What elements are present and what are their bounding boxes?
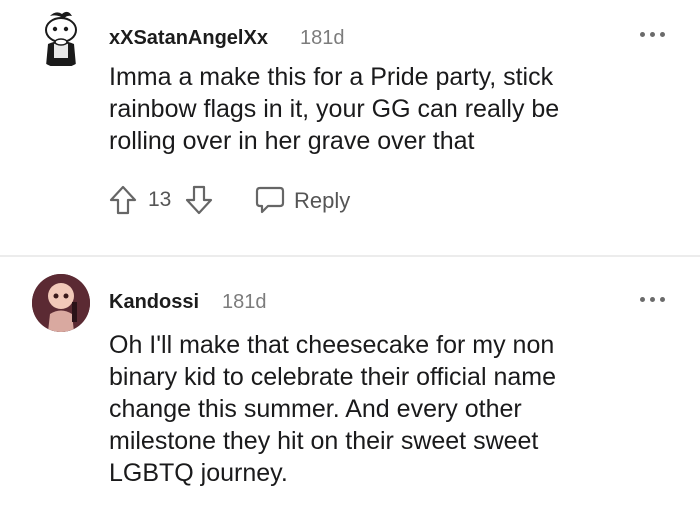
arrow-down-icon [185,185,213,215]
upvote-button[interactable] [108,184,138,216]
comment-age: 181d [222,291,267,313]
username[interactable]: xXSatanAngelXx [109,27,268,50]
comment-body: Imma a make this for a Pride party, stic… [109,63,560,155]
speech-bubble-icon [255,186,285,214]
vote-score: 13 [148,188,172,211]
user-avatar-icon [32,274,90,332]
downvote-button[interactable] [184,184,214,216]
arrow-up-icon [109,185,137,215]
more-options-icon[interactable] [640,297,666,305]
reply-button[interactable]: Reply [254,182,364,218]
comment-age: 181d [300,27,345,49]
avatar[interactable] [32,10,90,68]
comment: Kandossi 181d Oh I'll make that cheeseca… [0,257,700,513]
snoo-avatar-icon [45,11,77,66]
comment-body: Oh I'll make that cheesecake for my non … [109,331,556,487]
reply-label: Reply [294,188,351,213]
comment: xXSatanAngelXx 181d Imma a make this for… [0,0,700,256]
avatar[interactable] [32,274,90,332]
more-options-icon[interactable] [640,32,666,40]
username[interactable]: Kandossi [109,291,199,314]
comment-actions: 13 Reply [108,182,408,218]
